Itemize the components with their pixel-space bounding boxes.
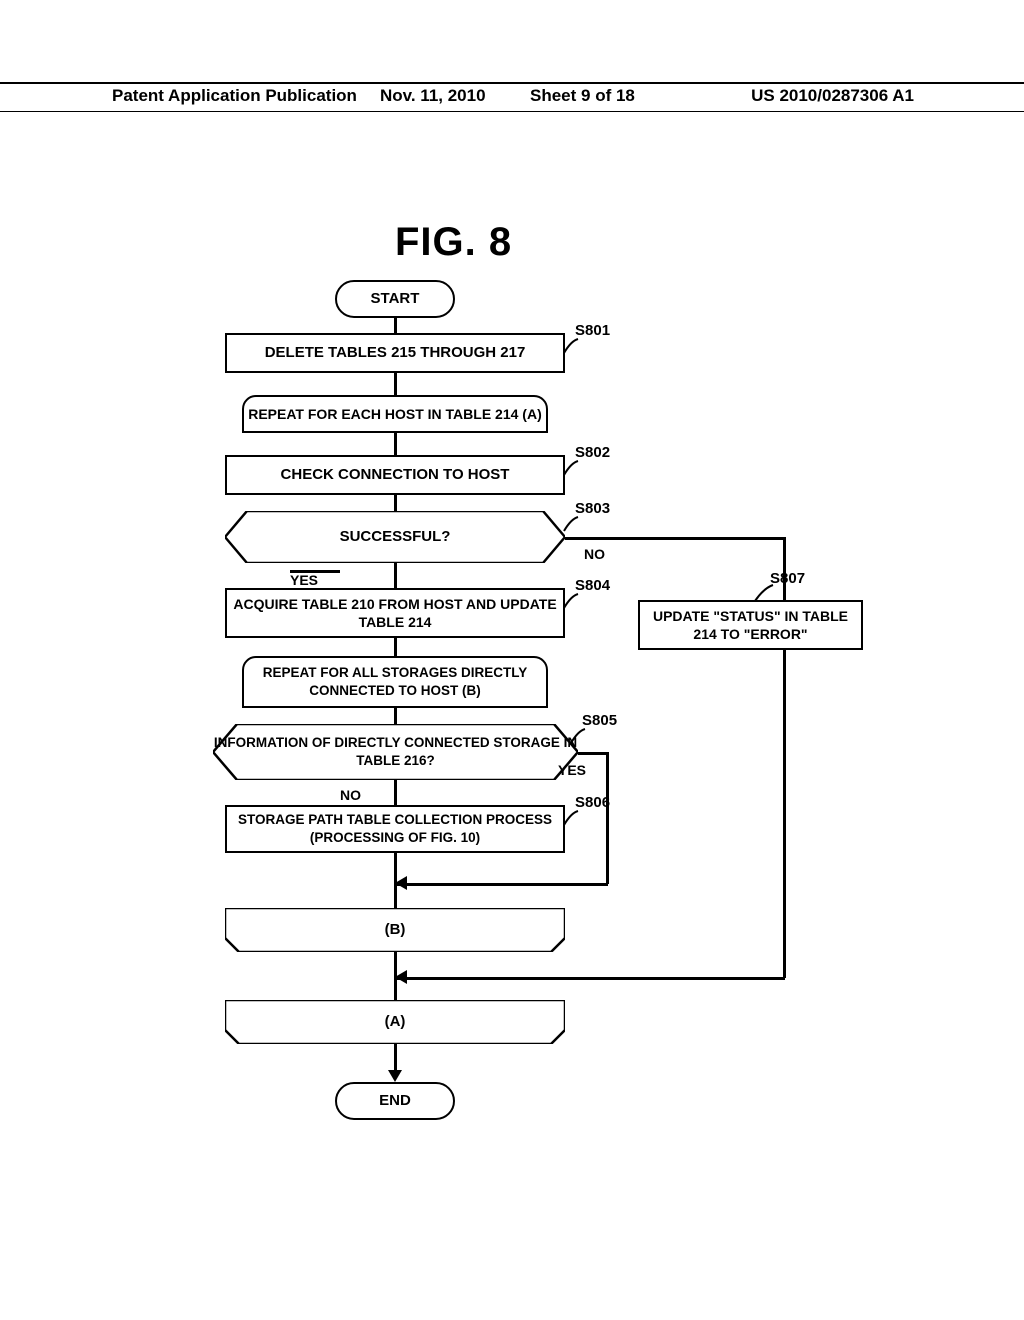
header-sheet: Sheet 9 of 18 [530, 86, 635, 106]
process-check-connection: CHECK CONNECTION TO HOST [225, 455, 565, 495]
process-delete-tables: DELETE TABLES 215 THROUGH 217 [225, 333, 565, 373]
branch-s805-yes: YES [558, 762, 586, 778]
branch-s803-yes: YES [290, 572, 318, 588]
loop-b-start: REPEAT FOR ALL STORAGES DIRECTLY CONNECT… [242, 656, 548, 708]
terminal-end: END [335, 1082, 455, 1120]
header-pub-number: US 2010/0287306 A1 [751, 86, 914, 106]
process-update-error: UPDATE "STATUS" IN TABLE 214 TO "ERROR" [638, 600, 863, 650]
loop-a-start: REPEAT FOR EACH HOST IN TABLE 214 (A) [242, 395, 548, 433]
header-publication-label: Patent Application Publication [112, 86, 357, 106]
decision-storage-info-text: INFORMATION OF DIRECTLY CONNECTED STORAG… [213, 724, 578, 780]
terminal-start: START [335, 280, 455, 318]
decision-successful-text: SUCCESSFUL? [225, 511, 565, 563]
loop-b-end: (B) [225, 908, 565, 952]
process-acquire-update: ACQUIRE TABLE 210 FROM HOST AND UPDATE T… [225, 588, 565, 638]
branch-s805-no: NO [340, 787, 361, 803]
figure-title: FIG. 8 [395, 220, 512, 265]
process-storage-path-collection: STORAGE PATH TABLE COLLECTION PROCESS (P… [225, 805, 565, 853]
header-date: Nov. 11, 2010 [380, 86, 486, 106]
branch-s803-no: NO [584, 546, 605, 562]
loop-a-end: (A) [225, 1000, 565, 1044]
